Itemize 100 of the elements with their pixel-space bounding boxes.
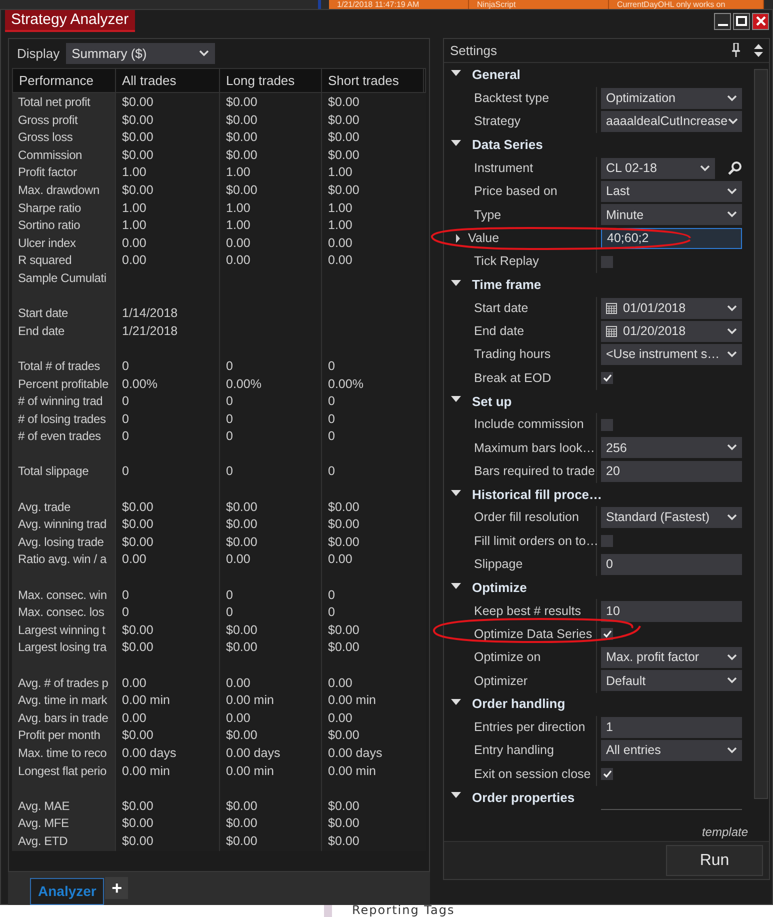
search-icon[interactable]	[728, 161, 742, 176]
checkbox[interactable]	[601, 535, 613, 548]
row-label: Largest winning t	[17, 622, 106, 639]
input-field[interactable]: 1	[601, 716, 742, 738]
table-cell-text: $0.00	[327, 516, 360, 534]
column-header[interactable]: Long trades	[220, 69, 322, 92]
property-label: Order fill resolution	[474, 509, 579, 526]
row-label: Total net profit	[17, 94, 92, 111]
dropdown[interactable]: Standard (Fastest)	[601, 507, 742, 528]
template-link[interactable]: template	[702, 823, 748, 842]
row-label: Longest flat perio	[17, 762, 108, 780]
background-cell: 1/21/2018 11:47:19 AM	[329, 0, 469, 9]
table-cell-text: 0	[225, 604, 234, 622]
property-label: Price based on	[474, 183, 558, 200]
table-cell-text: $0.00	[225, 639, 258, 656]
dropdown[interactable]: Optimization	[601, 88, 742, 109]
minimize-button[interactable]	[714, 12, 731, 30]
dropdown[interactable]: All entries	[601, 740, 742, 762]
row-label: # of winning trad	[17, 393, 104, 410]
table-cell-text: 0.00	[327, 234, 354, 252]
table-cell-text: 0	[121, 393, 130, 410]
category-header[interactable]: Set up	[472, 392, 512, 412]
table-cell-text: 0	[121, 463, 130, 480]
table-cell-text: $0.00	[121, 498, 154, 516]
table-cell-text: $0.00	[327, 639, 360, 656]
row-label: Sharpe ratio	[17, 200, 82, 217]
table-cell-text: $0.00	[121, 112, 154, 129]
table-cell-text: 0.00	[121, 674, 148, 692]
scroll-down-icon	[754, 52, 763, 57]
date-picker[interactable]: 01/01/2018	[601, 298, 742, 319]
expand-icon[interactable]	[455, 234, 461, 243]
add-tab-button[interactable]: +	[105, 877, 128, 899]
table-cell-text: 0.00	[327, 551, 354, 568]
table-cell-text: 0.00%	[327, 376, 364, 392]
background-bar	[324, 905, 332, 917]
calendar-icon	[606, 326, 617, 337]
dropdown[interactable]: 256	[601, 437, 742, 458]
table-cell-text: $0.00	[121, 182, 154, 199]
table-cell-text: 0.00 min	[225, 692, 275, 710]
input-field[interactable]: 0	[601, 554, 742, 575]
category-header[interactable]: Order handling	[472, 694, 566, 714]
table-cell-text: 1.00	[225, 217, 252, 234]
scrollbar[interactable]	[754, 68, 768, 799]
row-label: Avg. bars in trade	[17, 710, 110, 727]
column-header[interactable]: All trades	[116, 69, 220, 92]
run-button[interactable]: Run	[666, 845, 763, 876]
table-cell-text: $0.00	[225, 798, 258, 815]
property-label: Fill limit orders on to…	[474, 532, 598, 550]
checkbox[interactable]	[601, 768, 613, 780]
table-cell-text: 1.00	[121, 164, 148, 182]
table-cell-text: 0.00%	[121, 376, 158, 392]
dropdown[interactable]: Max. profit factor	[601, 647, 742, 668]
dropdown[interactable]: Default	[601, 670, 742, 692]
checkbox[interactable]	[601, 256, 613, 268]
table-cell-text: $0.00	[225, 832, 258, 850]
row-label: Sample Cumulati	[17, 270, 108, 287]
category-header[interactable]: Data Series	[472, 135, 543, 155]
input-field[interactable]: 10	[601, 600, 742, 622]
category-header[interactable]: General	[472, 65, 520, 85]
row-label: End date	[17, 322, 66, 340]
table-cell-text: $0.00	[225, 112, 258, 129]
panel-title: Settings	[450, 42, 497, 60]
dropdown[interactable]: aaaaldealCutIncrease	[601, 111, 742, 132]
table-cell-text: $0.00	[327, 727, 360, 744]
analyzer-tab[interactable]: Analyzer	[30, 878, 104, 905]
checkbox[interactable]	[601, 418, 613, 431]
dropdown[interactable]: Minute	[601, 204, 742, 226]
dropdown[interactable]: <Use instrument s…	[601, 344, 742, 366]
category-header[interactable]: Historical fill proce…	[472, 484, 602, 504]
table-cell-text: $0.00	[121, 146, 154, 164]
table-cell-text: $0.00	[327, 798, 360, 815]
dropdown[interactable]: Last	[601, 181, 742, 202]
close-button[interactable]	[752, 12, 769, 30]
chevron-down-icon	[700, 164, 710, 172]
table-cell-text: $0.00	[327, 129, 360, 146]
row-label: R squared	[17, 252, 73, 270]
category-header[interactable]: Time frame	[472, 275, 542, 295]
date-picker[interactable]: 01/20/2018	[601, 320, 742, 342]
category-header[interactable]: Order properties	[472, 788, 575, 808]
instrument-dropdown[interactable]: CL 02-18	[601, 158, 715, 179]
table-cell-text: $0.00	[121, 727, 154, 744]
table-cell-text: $0.00	[327, 534, 360, 551]
table-cell-text: 1.00	[327, 164, 354, 182]
background-label: Reporting Tags	[352, 903, 455, 917]
maximize-button[interactable]	[733, 12, 750, 30]
column-header[interactable]: Short trades	[322, 69, 424, 92]
checkbox[interactable]	[601, 372, 613, 384]
table-cell-text: 0	[225, 358, 234, 375]
column-header[interactable]: Performance	[13, 69, 116, 92]
display-dropdown[interactable]: Summary ($)	[66, 43, 215, 64]
input-field[interactable]: 20	[601, 460, 742, 482]
table-cell-text: 0	[225, 410, 234, 428]
table-cell-text: 0.00	[327, 674, 354, 692]
category-header[interactable]: Optimize	[472, 578, 527, 598]
table-cell-text: 0	[327, 410, 336, 428]
row-label: Avg. losing trade	[17, 534, 105, 551]
property-label: Break at EOD	[474, 370, 552, 387]
display-label: Display	[17, 44, 60, 63]
table-cell-text: $0.00	[225, 727, 258, 744]
table-cell-text: 0.00	[327, 252, 354, 270]
